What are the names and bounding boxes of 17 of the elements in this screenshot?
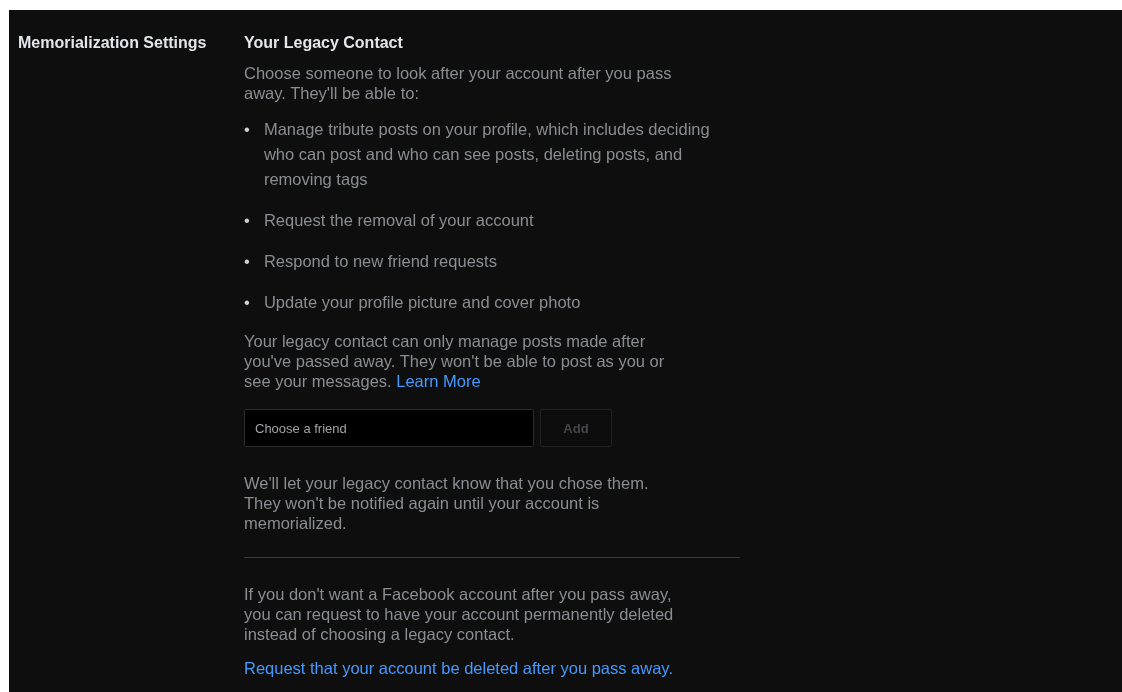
friend-input-field[interactable]: Choose a friend — [244, 409, 534, 447]
ability-item: Manage tribute posts on your profile, which includes deciding who can post and who can see posts, deleting posts, and removing tags — [263, 119, 711, 190]
section-label: Memorialization Settings — [18, 33, 208, 53]
bullet-icon: • — [244, 117, 252, 192]
intro-text: Choose someone to look after your account after you pass away. They'll be able to: — [244, 63, 673, 103]
learn-more-link[interactable]: Learn More — [396, 372, 481, 390]
note-text: Your legacy contact can only manage posts made after you've passed away. They won't be able to post as you or see your messages. Learn More — [244, 331, 666, 391]
bullet-icon: • — [244, 208, 252, 233]
bullet-icon: • — [244, 290, 252, 315]
delete-info-text: If you don't want a Facebook account after you pass away, you can request to have your account permanently deleted instead of choosing a legacy contact. — [244, 584, 675, 644]
section-heading: Your Legacy Contact — [244, 33, 404, 53]
ability-item: Respond to new friend requests — [263, 251, 498, 272]
ability-item: Request the removal of your account — [263, 210, 535, 231]
bullet-icon: • — [244, 249, 252, 274]
confirmation-text: We'll let your legacy contact know that you chose them. They won't be notified again until your account is memorialized. — [244, 473, 650, 533]
delete-account-link[interactable]: Request that your account be deleted after you pass away. — [244, 658, 744, 678]
ability-item: Update your profile picture and cover photo — [263, 292, 582, 313]
